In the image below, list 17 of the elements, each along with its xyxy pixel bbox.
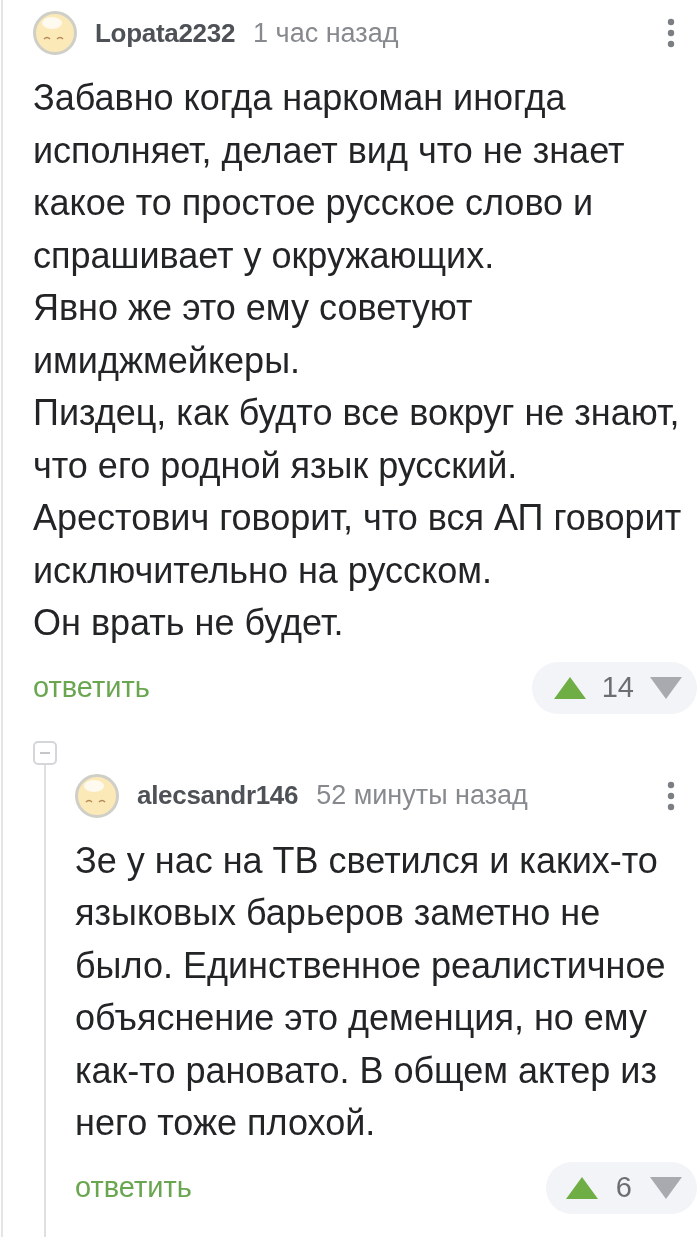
rating-count: 14: [601, 671, 634, 704]
avatar-icon[interactable]: [75, 773, 119, 818]
upvote-icon[interactable]: [565, 1176, 598, 1199]
collapse-icon[interactable]: [33, 740, 57, 765]
upvote-icon[interactable]: [553, 676, 586, 699]
comment-time: 1 час назад: [253, 17, 399, 49]
more-menu-icon[interactable]: [665, 780, 677, 811]
username-link[interactable]: alecsandr146: [137, 780, 299, 811]
comment-text: Забавно когда наркоман иногда исполняет, делает вид что не знает какое то простое русское слово и спрашивает у окружающих. Явно же это ему советуют имиджмейкеры. Пиздец, как будто все вокруг не знают, что его родной язык русский. Арестович говорит, что вся АП говорит исключительно на русском. Он врать не будет.: [33, 76, 683, 645]
avatar-icon[interactable]: [33, 11, 77, 55]
more-menu-icon[interactable]: [665, 18, 677, 48]
comment-text: Зе у нас на ТВ светился и каких-то языковых барьеров заметно не было. Единственное реалистичное объяснение это деменция, но ему как-то рановато. В общем актер из него тоже плохой.: [75, 838, 667, 1145]
username-link[interactable]: Lopata2232: [95, 17, 236, 49]
downvote-icon[interactable]: [650, 1176, 682, 1199]
comment-time: 52 минуты назад: [316, 780, 528, 811]
downvote-icon[interactable]: [650, 676, 682, 699]
rating-count: 6: [615, 1171, 632, 1204]
